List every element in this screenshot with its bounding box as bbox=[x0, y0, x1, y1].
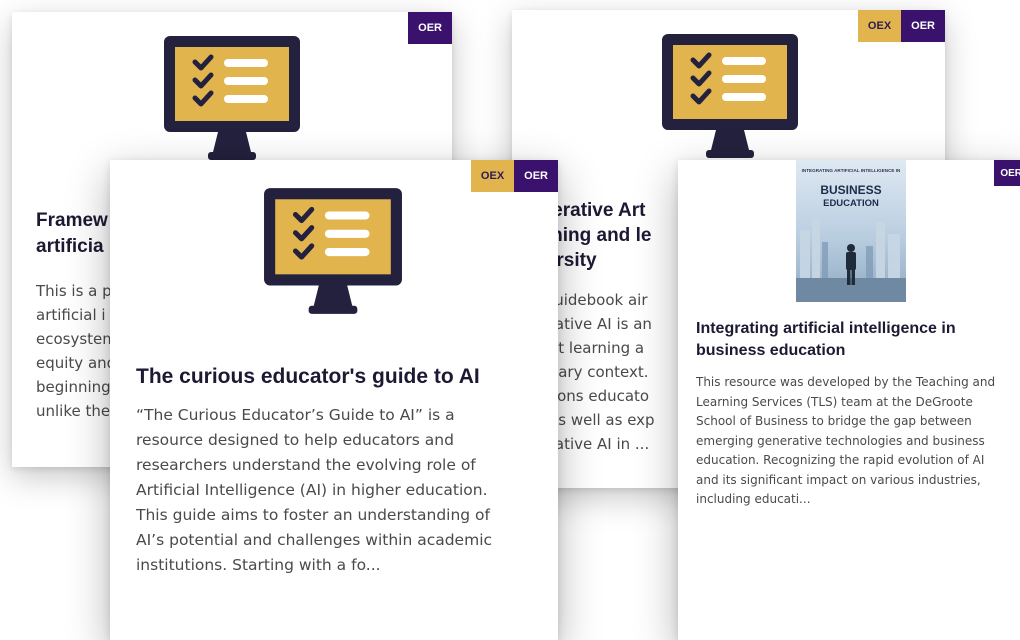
oer-badge: OER bbox=[514, 160, 558, 192]
resource-card-business-education[interactable]: OER INTEGRATING ARTIFICIAL INTELLIGENCE … bbox=[678, 160, 1020, 640]
oex-badge: OEX bbox=[857, 10, 902, 42]
badge-group: OEX OER bbox=[857, 10, 945, 42]
oex-badge: OEX bbox=[470, 160, 515, 192]
card-description: This resource was developed by the Teach… bbox=[696, 375, 996, 506]
book-cover-image: INTEGRATING ARTIFICIAL INTELLIGENCE IN B… bbox=[796, 160, 906, 302]
checklist-monitor-icon bbox=[264, 188, 402, 314]
checklist-monitor-icon bbox=[662, 34, 798, 158]
svg-text:EDUCATION: EDUCATION bbox=[823, 198, 879, 209]
card-title[interactable]: The curious educator's guide to AI bbox=[136, 363, 536, 391]
badge-group: OER bbox=[408, 12, 452, 44]
cover-small-text: INTEGRATING ARTIFICIAL INTELLIGENCE IN bbox=[802, 168, 901, 173]
oer-badge: OER bbox=[994, 160, 1020, 186]
badge-group: OEX OER bbox=[470, 160, 558, 192]
resource-card-curious-educator[interactable]: OEX OER The curious educator's guide to … bbox=[110, 160, 558, 640]
badge-group: OER bbox=[994, 160, 1020, 186]
oer-badge: OER bbox=[408, 12, 452, 44]
checklist-monitor-icon bbox=[164, 36, 300, 160]
card-description: “The Curious Educator’s Guide to AI” is … bbox=[136, 406, 493, 574]
card-title[interactable]: Integrating artificial intelligence in b… bbox=[696, 318, 996, 362]
svg-text:BUSINESS: BUSINESS bbox=[820, 183, 881, 197]
oer-badge: OER bbox=[901, 10, 945, 42]
